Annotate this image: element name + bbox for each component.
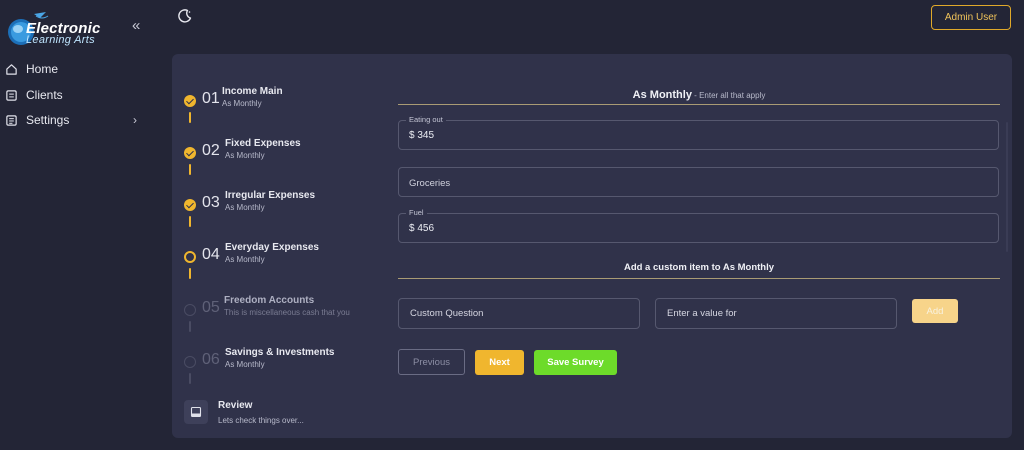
- clients-icon: [4, 88, 18, 102]
- step-connector: [189, 321, 191, 332]
- step-subtitle: As Monthly: [225, 151, 265, 160]
- step-connector: [189, 268, 191, 279]
- form-title: As Monthly: [632, 89, 692, 101]
- step-03[interactable]: 03 Irregular Expenses As Monthly: [184, 190, 374, 230]
- step-number: 04: [202, 246, 220, 263]
- check-icon: [184, 147, 196, 159]
- review-title[interactable]: Review: [218, 400, 252, 411]
- sidebar: Electronic Learning Arts « Home Clients …: [0, 0, 160, 450]
- moon-icon[interactable]: [177, 8, 193, 24]
- step-title: Irregular Expenses: [225, 190, 316, 201]
- step-title: Fixed Expenses: [225, 138, 301, 149]
- save-survey-button[interactable]: Save Survey: [534, 350, 617, 375]
- step-connector: [189, 373, 191, 384]
- step-subtitle: As Monthly: [225, 360, 265, 369]
- step-title: Savings & Investments: [225, 347, 335, 358]
- review-subtitle: Lets check things over...: [218, 416, 304, 425]
- field-label: Eating out: [406, 115, 446, 124]
- sidebar-item-label: Settings: [26, 113, 70, 127]
- fuel-field[interactable]: Fuel $ 456: [398, 208, 999, 243]
- step-subtitle: This is miscellaneous cash that you: [224, 308, 350, 317]
- field-value: $ 456: [409, 223, 435, 234]
- step-connector: [189, 216, 191, 227]
- add-button[interactable]: Add: [912, 299, 958, 323]
- field-value: $ 345: [409, 130, 435, 141]
- review-icon[interactable]: [184, 400, 208, 424]
- active-step-icon: [184, 251, 196, 263]
- sidebar-item-settings[interactable]: Settings ›: [0, 109, 160, 131]
- step-04[interactable]: 04 Everyday Expenses As Monthly: [184, 242, 374, 282]
- form-divider: [398, 104, 1000, 105]
- check-icon: [184, 199, 196, 211]
- pending-step-icon: [184, 356, 196, 368]
- step-number: 01: [202, 90, 220, 107]
- pending-step-icon: [184, 304, 196, 316]
- step-title: Freedom Accounts: [224, 295, 315, 306]
- admin-user-button[interactable]: Admin User: [931, 5, 1011, 30]
- step-number: 06: [202, 351, 220, 368]
- survey-card: 01 Income Main As Monthly 02 Fixed Expen…: [172, 54, 1012, 438]
- form-subtitle: - Enter all that apply: [691, 91, 766, 100]
- sidebar-item-clients[interactable]: Clients: [0, 84, 160, 106]
- step-number: 03: [202, 194, 220, 211]
- custom-divider: [398, 278, 1000, 279]
- check-icon: [184, 95, 196, 107]
- brand-logo[interactable]: Electronic Learning Arts: [6, 10, 100, 46]
- sidebar-item-label: Home: [26, 62, 59, 76]
- form-header: As Monthly - Enter all that apply: [398, 85, 1000, 105]
- chevron-right-icon: ›: [133, 113, 137, 127]
- step-06[interactable]: 06 Savings & Investments As Monthly: [184, 347, 374, 387]
- step-05[interactable]: 05 Freedom Accounts This is miscellaneou…: [184, 295, 374, 335]
- groceries-field[interactable]: Groceries: [398, 167, 999, 197]
- step-number: 05: [202, 299, 220, 316]
- step-number: 02: [202, 142, 220, 159]
- form-scrollbar[interactable]: [1006, 122, 1008, 252]
- step-01[interactable]: 01 Income Main As Monthly: [184, 86, 374, 126]
- home-icon: [4, 62, 18, 76]
- sidebar-item-home[interactable]: Home: [0, 58, 160, 80]
- step-subtitle: As Monthly: [222, 99, 262, 108]
- field-placeholder: Groceries: [409, 178, 451, 189]
- custom-item-title: Add a custom item to As Monthly: [623, 262, 775, 273]
- step-connector: [189, 112, 191, 123]
- field-label: Fuel: [406, 208, 427, 217]
- step-connector: [189, 164, 191, 175]
- collapse-icon[interactable]: «: [132, 18, 148, 34]
- brand-line2: Learning Arts: [26, 34, 95, 46]
- settings-icon: [4, 113, 18, 127]
- custom-question-input[interactable]: Custom Question: [398, 298, 640, 329]
- step-title: Everyday Expenses: [225, 242, 319, 253]
- sidebar-item-label: Clients: [26, 88, 63, 102]
- step-subtitle: As Monthly: [225, 203, 265, 212]
- step-title: Income Main: [222, 86, 283, 97]
- eating-out-field[interactable]: Eating out $ 345: [398, 115, 999, 150]
- next-button[interactable]: Next: [475, 350, 524, 375]
- custom-value-input[interactable]: Enter a value for: [655, 298, 897, 329]
- previous-button[interactable]: Previous: [398, 349, 465, 375]
- step-02[interactable]: 02 Fixed Expenses As Monthly: [184, 138, 374, 178]
- step-subtitle: As Monthly: [225, 255, 265, 264]
